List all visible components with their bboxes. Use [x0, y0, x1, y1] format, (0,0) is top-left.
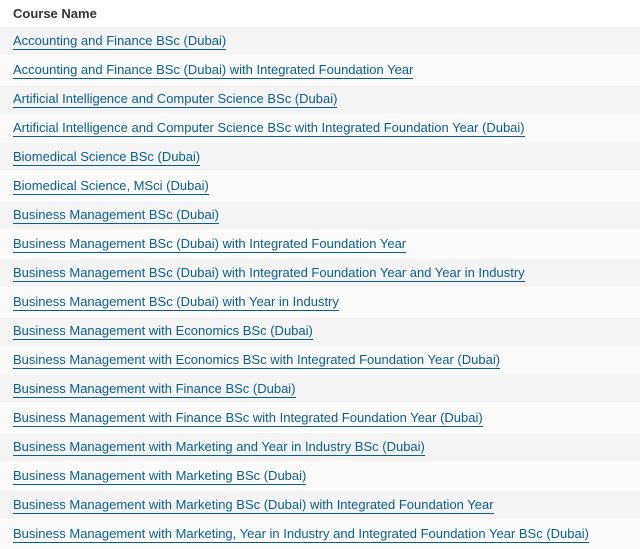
table-cell: Business Management with Marketing BSc (…	[0, 461, 640, 491]
table-row: Business Management with Finance BSc wit…	[0, 403, 640, 433]
table-cell: Business Management with Economics BSc (…	[0, 316, 640, 346]
table-cell: Business Management with Finance BSc wit…	[0, 403, 640, 433]
table-row: Business Management BSc (Dubai)	[0, 200, 640, 230]
course-table-head: Course Name	[0, 0, 640, 27]
table-row: Business Management BSc (Dubai) with Int…	[0, 258, 640, 288]
course-link[interactable]: Business Management with Marketing BSc (…	[13, 468, 307, 485]
table-row: Business Management BSc (Dubai) with Int…	[0, 229, 640, 259]
table-row: Business Management with Marketing, Year…	[0, 519, 640, 548]
table-row: Accounting and Finance BSc (Dubai)	[0, 26, 640, 56]
course-link[interactable]: Business Management with Economics BSc (…	[13, 323, 313, 340]
course-link[interactable]: Biomedical Science BSc (Dubai)	[13, 149, 201, 166]
header-row: Course Name	[0, 0, 640, 27]
table-row: Biomedical Science, MSci (Dubai)	[0, 171, 640, 201]
table-cell: Accounting and Finance BSc (Dubai)	[0, 26, 640, 56]
course-link[interactable]: Business Management with Marketing and Y…	[13, 439, 425, 456]
course-link[interactable]: Accounting and Finance BSc (Dubai) with …	[13, 62, 414, 79]
course-link[interactable]: Business Management with Finance BSc (Du…	[13, 381, 296, 398]
table-cell: Artificial Intelligence and Computer Sci…	[0, 113, 640, 143]
table-row: Biomedical Science BSc (Dubai)	[0, 142, 640, 172]
table-cell: Business Management with Marketing, Year…	[0, 519, 640, 548]
table-row: Accounting and Finance BSc (Dubai) with …	[0, 55, 640, 85]
table-row: Business Management with Economics BSc w…	[0, 345, 640, 375]
table-cell: Business Management with Marketing and Y…	[0, 432, 640, 462]
course-link[interactable]: Business Management BSc (Dubai) with Int…	[13, 265, 525, 282]
course-link[interactable]: Business Management with Marketing, Year…	[13, 526, 589, 543]
course-link[interactable]: Business Management BSc (Dubai) with Int…	[13, 236, 407, 253]
table-row: Artificial Intelligence and Computer Sci…	[0, 113, 640, 143]
table-cell: Biomedical Science, MSci (Dubai)	[0, 171, 640, 201]
table-row: Business Management with Marketing and Y…	[0, 432, 640, 462]
course-link[interactable]: Artificial Intelligence and Computer Sci…	[13, 120, 525, 137]
course-link[interactable]: Biomedical Science, MSci (Dubai)	[13, 178, 209, 195]
table-row: Business Management with Economics BSc (…	[0, 316, 640, 346]
table-row: Artificial Intelligence and Computer Sci…	[0, 84, 640, 114]
table-row: Business Management BSc (Dubai) with Yea…	[0, 287, 640, 317]
table-row: Business Management with Finance BSc (Du…	[0, 374, 640, 404]
column-header-course-name: Course Name	[0, 0, 640, 27]
table-cell: Accounting and Finance BSc (Dubai) with …	[0, 55, 640, 85]
course-link[interactable]: Business Management with Marketing BSc (…	[13, 497, 494, 514]
table-cell: Biomedical Science BSc (Dubai)	[0, 142, 640, 172]
table-cell: Business Management BSc (Dubai) with Int…	[0, 258, 640, 288]
course-link[interactable]: Business Management BSc (Dubai)	[13, 207, 219, 224]
table-cell: Business Management BSc (Dubai)	[0, 200, 640, 230]
course-link[interactable]: Business Management with Finance BSc wit…	[13, 410, 483, 427]
course-link[interactable]: Accounting and Finance BSc (Dubai)	[13, 33, 227, 50]
table-cell: Business Management with Marketing BSc (…	[0, 490, 640, 520]
table-cell: Business Management BSc (Dubai) with Int…	[0, 229, 640, 259]
table-row: Business Management with Marketing BSc (…	[0, 490, 640, 520]
course-link[interactable]: Business Management BSc (Dubai) with Yea…	[13, 294, 339, 311]
course-link[interactable]: Business Management with Economics BSc w…	[13, 352, 501, 369]
table-cell: Artificial Intelligence and Computer Sci…	[0, 84, 640, 114]
table-cell: Business Management with Finance BSc (Du…	[0, 374, 640, 404]
course-link[interactable]: Artificial Intelligence and Computer Sci…	[13, 91, 338, 108]
table-row: Business Management with Marketing BSc (…	[0, 461, 640, 491]
table-cell: Business Management with Economics BSc w…	[0, 345, 640, 375]
table-cell: Business Management BSc (Dubai) with Yea…	[0, 287, 640, 317]
course-table: Course Name Accounting and Finance BSc (…	[0, 0, 640, 548]
course-table-body: Accounting and Finance BSc (Dubai) Accou…	[0, 26, 640, 548]
